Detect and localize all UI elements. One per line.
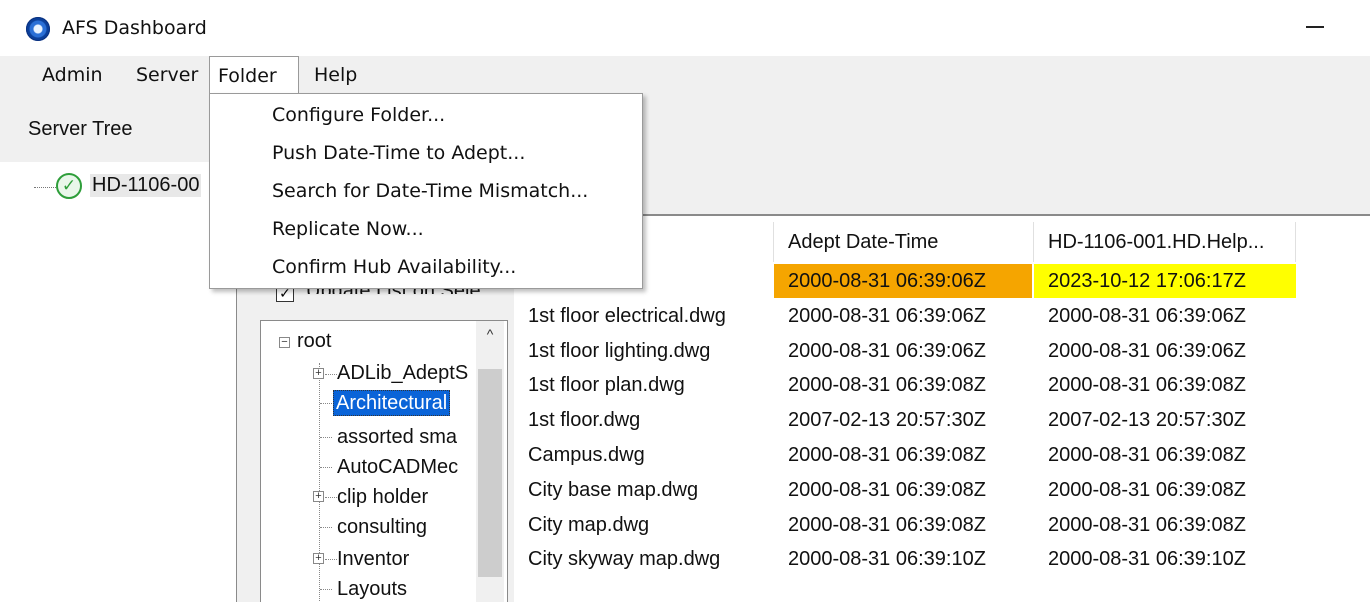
tree-connector [320, 527, 332, 528]
folder-tree: − root + ADLib_AdeptS Architectural asso… [260, 320, 508, 602]
menu-item-push-date-time[interactable]: Push Date-Time to Adept... [272, 134, 525, 172]
file-name-cell[interactable]: City base map.dwg [514, 473, 772, 507]
tree-item-root[interactable]: root [297, 327, 331, 355]
menu-item-configure-folder[interactable]: Configure Folder... [272, 96, 445, 134]
scroll-up-icon[interactable]: ^ [476, 321, 504, 347]
adept-date-cell[interactable]: 2007-02-13 20:57:30Z [774, 403, 1032, 437]
hub-date-cell[interactable]: 2000-08-31 06:39:08Z [1034, 438, 1296, 472]
afs-app-icon [26, 17, 50, 41]
tree-connector [320, 437, 332, 438]
hub-date-cell[interactable]: 2000-08-31 06:39:08Z [1034, 368, 1296, 402]
hub-date-cell[interactable]: 2000-08-31 06:39:06Z [1034, 299, 1296, 333]
check-icon: ✓ [56, 173, 82, 199]
folder-menu-dropdown: Configure Folder... Push Date-Time to Ad… [209, 93, 643, 289]
adept-date-cell[interactable]: 2000-08-31 06:39:06Z [774, 334, 1032, 368]
minimize-icon[interactable] [1306, 26, 1324, 28]
tree-item-autocadmec[interactable]: AutoCADMec [337, 453, 458, 481]
collapse-icon[interactable]: − [279, 337, 290, 348]
hub-date-cell[interactable]: 2007-02-13 20:57:30Z [1034, 403, 1296, 437]
tree-connector [320, 403, 332, 404]
file-name-cell[interactable]: 1st floor.dwg [514, 403, 772, 437]
adept-date-cell[interactable]: 2000-08-31 06:39:08Z [774, 438, 1032, 472]
menu-gutter [210, 94, 254, 288]
menu-admin[interactable]: Admin [34, 56, 111, 94]
menu-help[interactable]: Help [306, 56, 365, 94]
menu-server[interactable]: Server [128, 56, 206, 94]
file-name-cell[interactable]: 1st floor lighting.dwg [514, 334, 772, 368]
server-tree-title: Server Tree [28, 118, 133, 140]
hub-date-cell[interactable]: 2000-08-31 06:39:06Z [1034, 334, 1296, 368]
tree-connector [34, 187, 56, 188]
adept-date-cell[interactable]: 2000-08-31 06:39:06Z [774, 299, 1032, 333]
hub-date-cell[interactable]: 2000-08-31 06:39:08Z [1034, 473, 1296, 507]
tree-connector [325, 559, 337, 560]
tree-item-inventor[interactable]: Inventor [337, 545, 409, 573]
column-header-hub-date[interactable]: HD-1106-001.HD.Help... [1036, 222, 1296, 262]
tree-connector [320, 467, 332, 468]
server-tree-header: Server Tree [0, 94, 1370, 162]
hub-date-cell[interactable]: 2000-08-31 06:39:10Z [1034, 542, 1296, 576]
server-node-label[interactable]: HD-1106-00 [90, 174, 202, 197]
menu-item-search-mismatch[interactable]: Search for Date-Time Mismatch... [272, 172, 588, 210]
column-header-adept-date[interactable]: Adept Date-Time [776, 222, 1034, 262]
tree-connector [325, 497, 337, 498]
window-title: AFS Dashboard [62, 17, 207, 39]
tree-item-adlib[interactable]: ADLib_AdeptS [337, 359, 468, 387]
tree-item-clip-holder[interactable]: clip holder [337, 483, 428, 511]
tree-item-layouts[interactable]: Layouts [337, 575, 407, 602]
tree-connector [319, 363, 320, 602]
adept-date-cell[interactable]: 2000-08-31 06:39:08Z [774, 473, 1032, 507]
hub-date-cell[interactable]: 2023-10-12 17:06:17Z [1034, 264, 1296, 298]
expand-icon[interactable]: + [313, 553, 324, 564]
expand-icon[interactable]: + [313, 368, 324, 379]
adept-date-cell[interactable]: 2000-08-31 06:39:06Z [774, 264, 1032, 298]
adept-date-cell[interactable]: 2000-08-31 06:39:10Z [774, 542, 1032, 576]
tree-connector [320, 589, 332, 590]
hub-date-cell[interactable]: 2000-08-31 06:39:08Z [1034, 508, 1296, 542]
file-name-cell[interactable]: City skyway map.dwg [514, 542, 772, 576]
file-name-cell[interactable]: 1st floor electrical.dwg [514, 299, 772, 333]
title-bar: AFS Dashboard [0, 0, 1370, 56]
expand-icon[interactable]: + [313, 491, 324, 502]
server-tree-panel [0, 162, 236, 602]
tree-item-assorted[interactable]: assorted sma [337, 423, 457, 451]
adept-date-cell[interactable]: 2000-08-31 06:39:08Z [774, 368, 1032, 402]
tree-item-consulting[interactable]: consulting [337, 513, 427, 541]
scroll-thumb[interactable] [478, 369, 502, 577]
menu-folder[interactable]: Folder [209, 56, 299, 94]
adept-date-cell[interactable]: 2000-08-31 06:39:08Z [774, 508, 1032, 542]
file-name-cell[interactable]: Campus.dwg [514, 438, 772, 472]
tree-item-architectural[interactable]: Architectural [333, 390, 451, 416]
file-name-cell[interactable]: City map.dwg [514, 508, 772, 542]
tree-connector [325, 374, 337, 375]
menu-item-confirm-hub[interactable]: Confirm Hub Availability... [272, 248, 516, 286]
menu-item-replicate-now[interactable]: Replicate Now... [272, 210, 424, 248]
menu-bar: Admin Server Folder Help [0, 56, 1370, 94]
file-name-cell[interactable]: 1st floor plan.dwg [514, 368, 772, 402]
tree-scrollbar[interactable]: ^ [476, 321, 504, 602]
